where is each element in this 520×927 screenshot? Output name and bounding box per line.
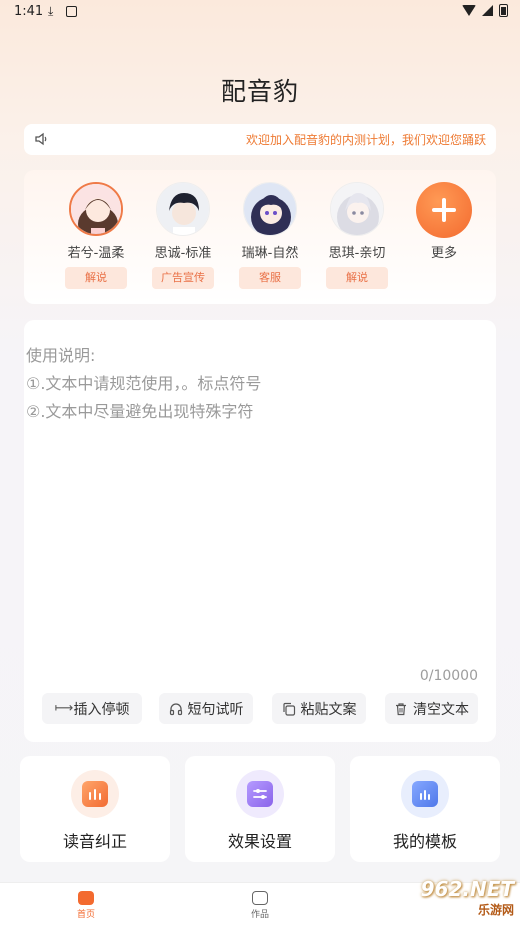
watermark-logo: 962.NET 乐游网 — [421, 877, 514, 918]
notice-text: 欢迎加入配音豹的内测计划，我们欢迎您踊跃 — [245, 133, 486, 147]
plus-icon — [416, 182, 472, 238]
placeholder-line: ②.文本中尽量避免出现特殊字符 — [26, 402, 254, 421]
trash-icon — [394, 702, 408, 716]
voice-selector: 若兮-温柔 解说 思诚-标准 广告宣传 瑞琳-自然 客服 思琪-亲切 解说 更多 — [24, 170, 496, 304]
voice-name: 思诚-标准 — [154, 246, 212, 261]
tool-label: 清空文本 — [413, 701, 469, 718]
tool-label: 短句试听 — [187, 701, 244, 718]
templates-card[interactable]: 我的模板 — [350, 756, 500, 862]
download-icon: ⤓ — [48, 4, 54, 18]
feature-cards: 读音纠正 效果设置 我的模板 — [20, 756, 500, 862]
status-bar: 1:41 ⤓ — [0, 0, 520, 24]
tool-label: 粘贴文案 — [300, 701, 357, 718]
avatar — [330, 182, 384, 236]
pronunciation-card[interactable]: 读音纠正 — [20, 756, 170, 862]
status-time: 1:41 — [14, 4, 44, 19]
pronunciation-icon — [82, 781, 108, 807]
voice-tag: 广告宣传 — [152, 267, 214, 289]
page-title: 配音豹 — [220, 77, 299, 106]
signal-icon — [482, 5, 493, 16]
voice-item[interactable]: 瑞琳-自然 客服 — [230, 182, 310, 289]
notice-bar[interactable]: 欢迎加入配音豹的内测计划，我们欢迎您踊跃 — [24, 124, 496, 155]
paste-text-button[interactable]: 粘贴文案 — [272, 693, 366, 724]
tab-label: 作品 — [250, 910, 269, 920]
effects-card[interactable]: 效果设置 — [185, 756, 335, 862]
sliders-icon — [247, 781, 273, 807]
app-notification-icon — [66, 6, 77, 17]
card-label: 我的模板 — [392, 832, 457, 851]
editor-placeholder[interactable]: 使用说明: ①.文本中请规范使用，。标点符号 ②.文本中尽量避免出现特殊字符 — [26, 342, 261, 426]
more-label: 更多 — [430, 246, 457, 261]
home-icon — [78, 891, 94, 905]
more-voices-button[interactable]: 更多 — [404, 182, 484, 261]
watermark-main: 962.NET — [420, 877, 514, 901]
voice-name: 思琪-亲切 — [328, 246, 386, 261]
wifi-icon — [462, 5, 476, 16]
voice-name: 瑞琳-自然 — [241, 246, 299, 261]
voice-item[interactable]: 思琪-亲切 解说 — [317, 182, 397, 289]
tab-label: 首页 — [76, 910, 95, 920]
placeholder-line: 使用说明: — [26, 346, 96, 365]
insert-pause-button[interactable]: ⟼ 插入停顿 — [42, 693, 142, 724]
battery-icon — [499, 4, 508, 17]
tab-home[interactable]: 首页 — [56, 889, 116, 920]
pause-insert-icon: ⟼ — [54, 700, 74, 716]
char-counter: 0/10000 — [419, 668, 478, 684]
card-icon-wrap — [236, 770, 284, 818]
voice-item[interactable]: 思诚-标准 广告宣传 — [143, 182, 223, 289]
voice-name: 若兮-温柔 — [67, 246, 125, 261]
avatar — [243, 182, 297, 236]
speaker-icon — [35, 132, 47, 146]
card-icon-wrap — [401, 770, 449, 818]
works-icon — [252, 891, 268, 905]
card-label: 效果设置 — [227, 832, 292, 851]
voice-tag: 客服 — [239, 267, 301, 289]
headphones-icon — [169, 702, 183, 716]
card-label: 读音纠正 — [62, 832, 127, 851]
card-icon-wrap — [71, 770, 119, 818]
voice-tag: 解说 — [65, 267, 127, 289]
voice-tag: 解说 — [326, 267, 388, 289]
clear-text-button[interactable]: 清空文本 — [385, 693, 478, 724]
watermark-sub: 乐游网 — [477, 903, 514, 917]
tool-label: 插入停顿 — [73, 701, 130, 718]
text-editor[interactable]: 使用说明: ①.文本中请规范使用，。标点符号 ②.文本中尽量避免出现特殊字符 0… — [24, 320, 496, 742]
editor-toolbar: ⟼ 插入停顿 短句试听 粘贴文案 清空文本 — [42, 693, 478, 725]
avatar — [156, 182, 210, 236]
avatar — [69, 182, 123, 236]
template-icon — [412, 781, 438, 807]
tab-works[interactable]: 作品 — [230, 889, 290, 920]
copy-icon — [282, 702, 296, 716]
placeholder-line: ①.文本中请规范使用，。标点符号 — [26, 374, 262, 393]
voice-item[interactable]: 若兮-温柔 解说 — [56, 182, 136, 289]
preview-sentence-button[interactable]: 短句试听 — [159, 693, 253, 724]
